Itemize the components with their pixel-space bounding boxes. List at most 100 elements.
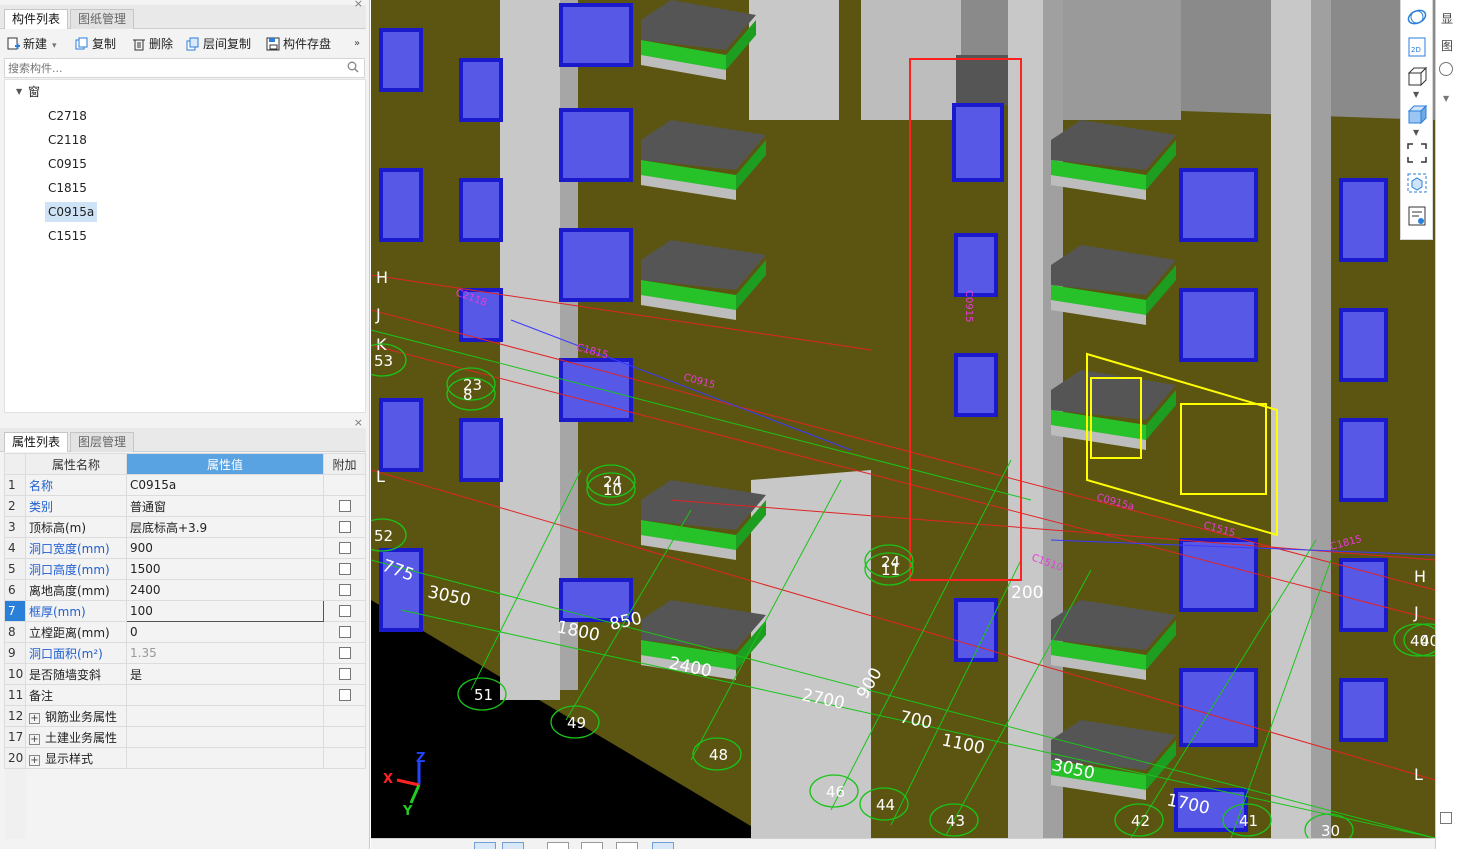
property-value[interactable]: 1.35	[126, 642, 324, 664]
expand-icon[interactable]: +	[29, 733, 40, 745]
row-index: 17	[4, 726, 26, 748]
3d-box-icon[interactable]	[1406, 66, 1428, 88]
tree-item-c2118[interactable]: C2118	[45, 130, 90, 150]
expand-icon[interactable]: +	[29, 754, 40, 766]
tab-component-list[interactable]: 构件列表	[4, 9, 69, 29]
column-5-side	[1311, 0, 1331, 838]
component-search	[4, 58, 365, 78]
far-right-panel: 显 图 ▼	[1435, 0, 1458, 849]
property-row[interactable]: 10 是否随墙变斜是	[4, 663, 366, 685]
tab-drawing-management[interactable]: 图纸管理	[70, 9, 135, 29]
expand-icon[interactable]: +	[29, 712, 40, 724]
copy-label: 复制	[92, 37, 117, 51]
window-pane	[459, 178, 503, 242]
bottom-tool-5[interactable]	[616, 842, 638, 849]
delete-button[interactable]: 删除	[132, 34, 173, 54]
3d-solid-dropdown-icon[interactable]: ▼	[1413, 128, 1419, 137]
property-value[interactable]: 2400	[126, 579, 324, 601]
far-right-label-display[interactable]: 显	[1441, 10, 1453, 27]
header-property-name: 属性名称	[25, 453, 127, 475]
close-panel-icon[interactable]: ×	[354, 0, 363, 10]
search-icon[interactable]	[347, 61, 359, 73]
property-value[interactable]: 100	[126, 600, 324, 622]
property-row[interactable]: 6 离地高度(mm) 2400	[4, 579, 366, 601]
tree-item-c2718[interactable]: C2718	[45, 106, 90, 126]
property-value[interactable]: 0	[126, 621, 324, 643]
building-3d-view[interactable]: HJKLHJL305018002400270070011003050170085…	[371, 0, 1435, 838]
property-row[interactable]: 2 类别 普通窗	[4, 495, 366, 517]
far-right-label-drawing[interactable]: 图	[1441, 37, 1453, 54]
far-right-dropdown-icon[interactable]: ▼	[1443, 94, 1449, 103]
display-settings-icon[interactable]	[1406, 205, 1428, 227]
bottom-tool-3[interactable]	[547, 842, 569, 849]
fullscreen-icon[interactable]	[1406, 142, 1428, 164]
3d-solid-icon[interactable]	[1406, 104, 1428, 126]
empty-cell	[4, 768, 26, 839]
attach-checkbox[interactable]	[338, 500, 351, 512]
property-row[interactable]: 20 + 显示样式	[4, 747, 366, 769]
copy-button[interactable]: 复制	[75, 34, 116, 54]
search-input[interactable]	[5, 59, 335, 77]
property-value[interactable]: 是	[126, 663, 324, 685]
row-index: 20	[4, 747, 26, 769]
tree-item-c0915a[interactable]: C0915a	[45, 202, 98, 222]
attach-checkbox[interactable]	[338, 584, 351, 596]
attach-checkbox[interactable]	[338, 605, 351, 617]
property-row[interactable]: 12 + 钢筋业务属性	[4, 705, 366, 727]
window-pane	[1339, 678, 1388, 742]
property-value[interactable]: 900	[126, 537, 324, 559]
property-row[interactable]: 3 顶标高(m) 层底标高+3.9	[4, 516, 366, 538]
2d-view-icon[interactable]: 2D	[1406, 36, 1428, 58]
save-component-button[interactable]: 构件存盘	[266, 34, 331, 54]
tree-item-c1515[interactable]: C1515	[45, 226, 90, 246]
orbit-icon[interactable]	[1406, 6, 1428, 28]
property-row[interactable]: 9 洞口面积(m²) 1.35	[4, 642, 366, 664]
new-button[interactable]: 新建 ▾	[6, 34, 57, 54]
bottom-tool-6[interactable]	[652, 842, 674, 849]
property-row[interactable]: 7 框厚(mm) 100	[4, 600, 366, 622]
3d-box-dropdown-icon[interactable]: ▼	[1413, 90, 1419, 99]
group-name-cell[interactable]: + 土建业务属性	[25, 726, 127, 748]
tree-expand-icon[interactable]: ▼	[16, 87, 22, 96]
tree-item-c1815[interactable]: C1815	[45, 178, 90, 198]
tab-property-list[interactable]: 属性列表	[4, 432, 69, 452]
attach-cell	[323, 495, 366, 517]
property-value[interactable]: 1500	[126, 558, 324, 580]
floor-copy-button[interactable]: 层间复制	[186, 34, 251, 54]
tab-layer-management[interactable]: 图层管理	[70, 432, 135, 452]
attach-checkbox[interactable]	[338, 626, 351, 638]
close-property-panel-icon[interactable]: ×	[354, 416, 363, 429]
property-value[interactable]: 层底标高+3.9	[126, 516, 324, 538]
group-name-cell[interactable]: + 钢筋业务属性	[25, 705, 127, 727]
bottom-tool-2[interactable]	[502, 842, 524, 849]
property-value[interactable]	[126, 684, 324, 706]
bottom-tool-1[interactable]	[474, 842, 496, 849]
attach-checkbox[interactable]	[338, 563, 351, 575]
axis-circle-label: 8	[463, 386, 473, 404]
3d-viewport[interactable]: H J K L H J L 3050 1800 2400 2700 700 1100 3050 1700 85…	[371, 0, 1435, 838]
property-value[interactable]: C0915a	[126, 474, 324, 496]
attach-checkbox[interactable]	[338, 689, 351, 701]
new-dropdown-icon[interactable]: ▾	[52, 41, 57, 51]
far-right-checkbox[interactable]	[1440, 812, 1452, 824]
attach-checkbox[interactable]	[338, 521, 351, 533]
toolbar-more-icon[interactable]: »	[354, 34, 360, 54]
copy-icon	[75, 37, 88, 50]
component-view-icon[interactable]	[1406, 172, 1428, 194]
property-row[interactable]: 8 立樘距离(mm) 0	[4, 621, 366, 643]
attach-checkbox[interactable]	[338, 647, 351, 659]
property-row[interactable]: 5 洞口高度(mm) 1500	[4, 558, 366, 580]
attach-checkbox[interactable]	[338, 542, 351, 554]
bottom-tool-4[interactable]	[581, 842, 603, 849]
property-row[interactable]: 17 + 土建业务属性	[4, 726, 366, 748]
far-right-radio[interactable]	[1439, 62, 1453, 76]
property-row[interactable]: 1 名称 C0915a	[4, 474, 366, 496]
property-value[interactable]: 普通窗	[126, 495, 324, 517]
tree-item-c0915[interactable]: C0915	[45, 154, 90, 174]
attach-checkbox[interactable]	[338, 668, 351, 680]
property-row[interactable]: 11 备注	[4, 684, 366, 706]
property-row[interactable]: 4 洞口宽度(mm) 900	[4, 537, 366, 559]
tree-root-window[interactable]: 窗	[25, 82, 43, 102]
group-name-cell[interactable]: + 显示样式	[25, 747, 127, 769]
row-index: 6	[4, 579, 26, 601]
